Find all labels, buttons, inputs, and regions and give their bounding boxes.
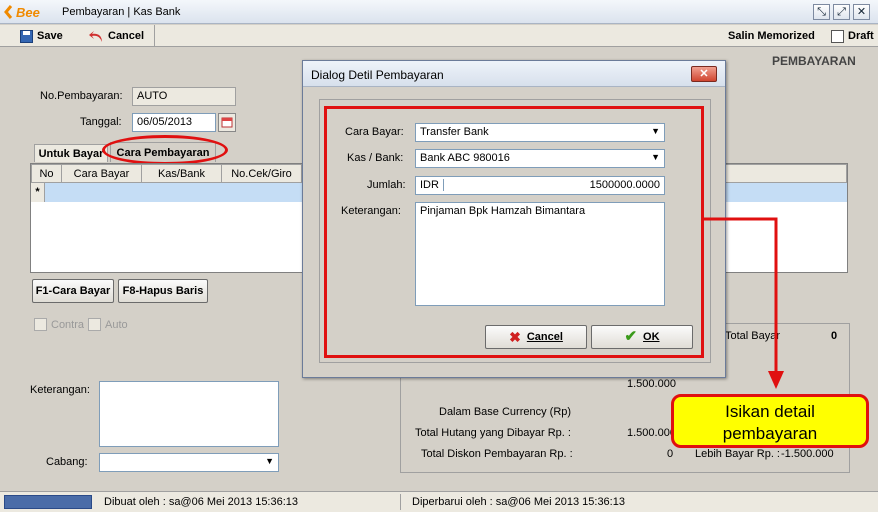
tab-highlight-ellipse (102, 135, 228, 165)
total-diskon-value: 0 (667, 448, 674, 460)
row-marker: * (31, 183, 45, 202)
total-diskon-label: Total Diskon Pembayaran Rp. : (421, 448, 573, 460)
annotation-arrow (704, 217, 784, 389)
dialog-title: Dialog Detil Pembayaran (311, 68, 444, 82)
page-title: PEMBAYARAN (772, 54, 856, 68)
undo-icon (89, 30, 102, 42)
contra-checkbox-box[interactable] (34, 318, 47, 331)
total-hutang-label: Total Hutang yang Dibayar Rp. : (415, 427, 571, 439)
status-divider (400, 494, 401, 510)
tanggal-field[interactable]: 06/05/2013 (132, 113, 216, 132)
status-progress (4, 495, 92, 509)
auto-label: Auto (105, 318, 128, 331)
status-updated: Diperbarui oleh : sa@06 Mei 2013 15:36:1… (412, 496, 625, 508)
calendar-button[interactable] (218, 113, 236, 132)
f1-cara-bayar-button[interactable]: F1-Cara Bayar (32, 279, 114, 303)
draft-checkbox[interactable]: Draft (831, 27, 874, 45)
dialog-highlight-rect (324, 106, 704, 358)
tab-untuk-bayar[interactable]: Untuk Bayar (34, 144, 108, 162)
calendar-icon (221, 117, 233, 128)
draft-checkbox-box[interactable] (831, 29, 844, 43)
lebih-bayar-value: -1.500.000 (781, 448, 834, 460)
toolbar: Save Cancel Salin Memorized Draft (0, 25, 878, 47)
annotation-callout: Isikan detail pembayaran (671, 394, 869, 448)
detail-payment-dialog: Dialog Detil Pembayaran ✕ Cara Bayar: Tr… (302, 60, 726, 378)
callout-line-2: pembayaran (722, 424, 818, 443)
no-pembayaran-field[interactable]: AUTO (132, 87, 236, 106)
grid-col-no-cek[interactable]: No.Cek/Giro (222, 165, 302, 183)
grid-col-no[interactable]: No (32, 165, 62, 183)
chevron-down-icon: ▼ (265, 456, 274, 466)
save-label: Save (37, 30, 63, 42)
contra-checkbox[interactable]: Contra (34, 318, 84, 331)
callout-line-1: Isikan detail (725, 402, 815, 421)
auto-checkbox[interactable]: Auto (88, 318, 128, 331)
keterangan-label: Keterangan: (30, 384, 90, 396)
status-bar: Dibuat oleh : sa@06 Mei 2013 15:36:13 Di… (0, 491, 878, 512)
total-hutang-value: 1.500.000 (627, 427, 676, 439)
lebih-bayar-label: Lebih Bayar Rp. : (695, 448, 780, 460)
save-button[interactable]: Save (20, 27, 63, 45)
cancel-label: Cancel (108, 30, 145, 42)
amount-value: 1.500.000 (627, 378, 676, 390)
grid-col-kas-bank[interactable]: Kas/Bank (142, 165, 222, 183)
window-title: Pembayaran | Kas Bank (62, 6, 181, 18)
draft-label: Draft (848, 30, 874, 42)
no-pembayaran-label: No.Pembayaran: (40, 90, 123, 102)
restore-icon[interactable]: ⤡ (813, 4, 830, 20)
tanggal-label: Tanggal: (80, 116, 122, 128)
total-bayar-value: 0 (831, 330, 838, 342)
f8-hapus-baris-button[interactable]: F8-Hapus Baris (118, 279, 208, 303)
auto-checkbox-box[interactable] (88, 318, 101, 331)
keterangan-textarea[interactable] (99, 381, 279, 447)
cabang-select[interactable]: ▼ (99, 453, 279, 472)
save-icon (20, 29, 33, 43)
logo-text: Bee (16, 5, 40, 20)
status-created: Dibuat oleh : sa@06 Mei 2013 15:36:13 (104, 496, 299, 508)
dialog-close-icon[interactable]: ✕ (691, 66, 717, 82)
window-title-bar: Bee Pembayaran | Kas Bank ⤡ ⤢ ✕ (0, 0, 878, 24)
bee-logo: Bee (4, 5, 40, 20)
base-currency-label: Dalam Base Currency (Rp) (439, 406, 572, 418)
cancel-button[interactable]: Cancel (88, 27, 144, 45)
cabang-label: Cabang: (46, 456, 88, 468)
close-icon[interactable]: ✕ (853, 4, 870, 20)
toolbar-divider (154, 25, 155, 47)
salin-memorized-label: Salin Memorized (728, 30, 815, 42)
grid-col-cara-bayar[interactable]: Cara Bayar (62, 165, 142, 183)
contra-label: Contra (51, 318, 85, 331)
dialog-title-bar: Dialog Detil Pembayaran ✕ (303, 61, 725, 87)
salin-memorized-button[interactable]: Salin Memorized (728, 27, 815, 45)
maximize-icon[interactable]: ⤢ (833, 4, 850, 20)
